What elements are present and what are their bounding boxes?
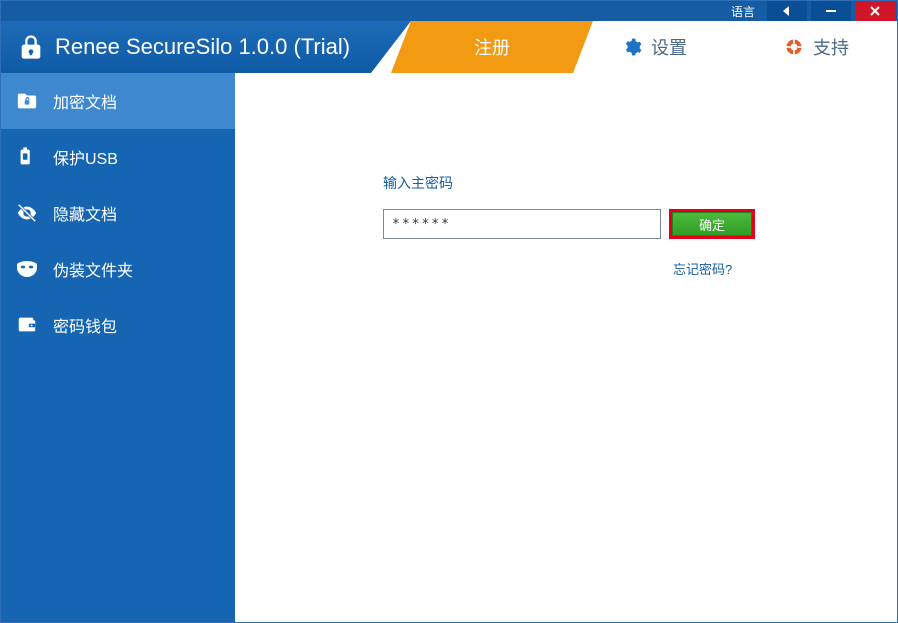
wallet-icon xyxy=(15,313,39,337)
usb-icon xyxy=(15,145,39,169)
password-row: 确定 xyxy=(383,209,763,239)
lock-icon xyxy=(17,33,45,61)
tab-register-label: 注册 xyxy=(474,34,510,60)
sidebar-item-protect-usb[interactable]: 保护USB xyxy=(1,129,235,185)
tab-support-label: 支持 xyxy=(813,34,849,60)
ok-button[interactable]: 确定 xyxy=(672,212,752,236)
app-title: Renee SecureSilo 1.0.0 (Trial) xyxy=(55,34,350,60)
close-icon xyxy=(868,4,882,18)
sidebar-item-label: 密码钱包 xyxy=(53,313,117,337)
sidebar-item-hide-files[interactable]: 隐藏文档 xyxy=(1,185,235,241)
header-tabs: 注册 设置 支持 xyxy=(411,21,897,73)
minimize-button[interactable] xyxy=(811,1,851,21)
tab-register[interactable]: 注册 xyxy=(411,21,573,73)
password-prompt-label: 输入主密码 xyxy=(383,173,763,193)
folder-lock-icon xyxy=(15,89,39,113)
body: 加密文档 保护USB 隐藏文档 伪装文件夹 xyxy=(1,73,897,622)
gear-icon xyxy=(621,36,643,58)
ok-button-label: 确定 xyxy=(699,215,725,234)
sidebar-item-encrypt-files[interactable]: 加密文档 xyxy=(1,73,235,129)
window-topbar: 语言 xyxy=(1,1,897,21)
triangle-left-icon xyxy=(781,5,793,17)
password-form: 输入主密码 确定 忘记密码? xyxy=(383,173,763,279)
sidebar: 加密文档 保护USB 隐藏文档 伪装文件夹 xyxy=(1,73,235,622)
language-label: 语言 xyxy=(731,3,755,20)
sidebar-item-disguise-folder[interactable]: 伪装文件夹 xyxy=(1,241,235,297)
close-button[interactable] xyxy=(855,1,895,21)
minimize-icon xyxy=(824,4,838,18)
eye-off-icon xyxy=(15,201,39,225)
sidebar-item-label: 伪装文件夹 xyxy=(53,257,133,281)
app-window: 语言 Renee SecureSilo 1.0.0 (Trial xyxy=(0,0,898,623)
sidebar-item-label: 隐藏文档 xyxy=(53,201,117,225)
mask-icon xyxy=(15,257,39,281)
lifebuoy-icon xyxy=(783,36,805,58)
tab-support[interactable]: 支持 xyxy=(735,21,897,73)
ok-button-highlight: 确定 xyxy=(669,209,755,239)
forgot-row: 忘记密码? xyxy=(383,259,763,279)
title-block: Renee SecureSilo 1.0.0 (Trial) xyxy=(1,21,411,73)
tab-settings[interactable]: 设置 xyxy=(573,21,735,73)
sidebar-item-label: 保护USB xyxy=(53,145,118,169)
main-panel: 输入主密码 确定 忘记密码? xyxy=(235,73,897,622)
tab-settings-label: 设置 xyxy=(651,34,687,60)
sidebar-item-label: 加密文档 xyxy=(53,89,117,113)
sidebar-item-password-wallet[interactable]: 密码钱包 xyxy=(1,297,235,353)
back-button[interactable] xyxy=(767,1,807,21)
header: Renee SecureSilo 1.0.0 (Trial) 注册 设置 xyxy=(1,21,897,73)
forgot-password-link[interactable]: 忘记密码? xyxy=(673,262,732,277)
language-button[interactable]: 语言 xyxy=(723,1,763,21)
master-password-input[interactable] xyxy=(383,209,661,239)
